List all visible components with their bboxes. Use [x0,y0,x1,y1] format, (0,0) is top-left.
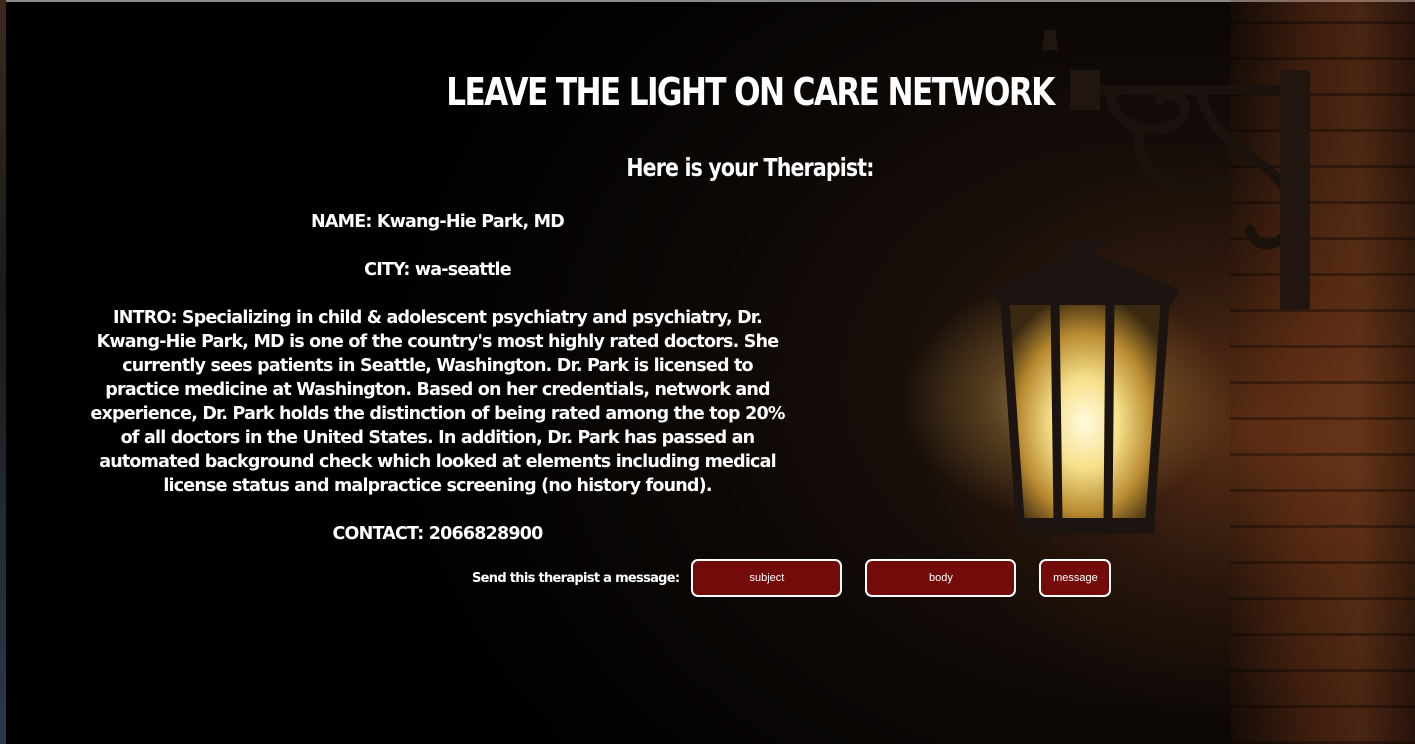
page-subtitle: Here is your Therapist: [626,153,874,182]
page-background: LEAVE THE LIGHT ON CARE NETWORK Here is … [0,0,1415,744]
window-left-edge [0,0,6,744]
therapist-info: NAME: Kwang-Hie Park, MD CITY: wa-seattl… [80,210,795,570]
page-title: LEAVE THE LIGHT ON CARE NETWORK [446,70,1055,114]
lantern-image [990,240,1180,534]
message-form-label: Send this therapist a message: [472,570,680,586]
subject-button[interactable]: subject [691,559,843,597]
therapist-intro: INTRO: Specializing in child & adolescen… [90,308,785,496]
body-button[interactable]: body [865,559,1017,597]
window-top-edge [0,0,1415,2]
message-button[interactable]: message [1039,559,1112,597]
therapist-contact: CONTACT: 2066828900 [332,524,544,544]
therapist-city: CITY: wa-seattle [364,260,511,280]
therapist-name: NAME: Kwang-Hie Park, MD [311,212,565,232]
message-form: Send this therapist a message: subject b… [472,559,1112,597]
